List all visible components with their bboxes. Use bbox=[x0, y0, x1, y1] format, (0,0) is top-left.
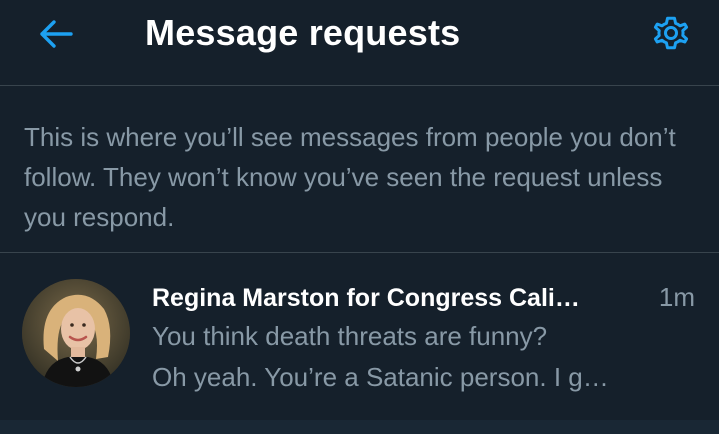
sender-name: Regina Marston for Congress Cali… bbox=[152, 284, 580, 312]
list-item[interactable]: Regina Marston for Congress Cali… 1m You… bbox=[0, 254, 719, 414]
gear-icon bbox=[653, 16, 689, 50]
message-requests-screen: Message requests This is where you’ll se… bbox=[0, 0, 719, 434]
avatar[interactable] bbox=[22, 279, 130, 387]
avatar-photo bbox=[22, 279, 130, 387]
page-title: Message requests bbox=[145, 12, 461, 53]
top-app-bar: Message requests bbox=[0, 0, 719, 86]
timestamp: 1m bbox=[658, 282, 695, 312]
arrow-left-icon bbox=[40, 20, 73, 48]
back-button[interactable] bbox=[36, 14, 76, 54]
message-preview-line-2: Oh yeah. You’re a Satanic person. I g… bbox=[152, 362, 609, 392]
bottom-divider bbox=[0, 420, 719, 434]
info-section: This is where you’ll see messages from p… bbox=[0, 87, 719, 253]
info-text: This is where you’ll see messages from p… bbox=[24, 122, 676, 232]
settings-button[interactable] bbox=[648, 10, 694, 56]
message-preview-line-1: You think death threats are funny? bbox=[152, 321, 548, 351]
